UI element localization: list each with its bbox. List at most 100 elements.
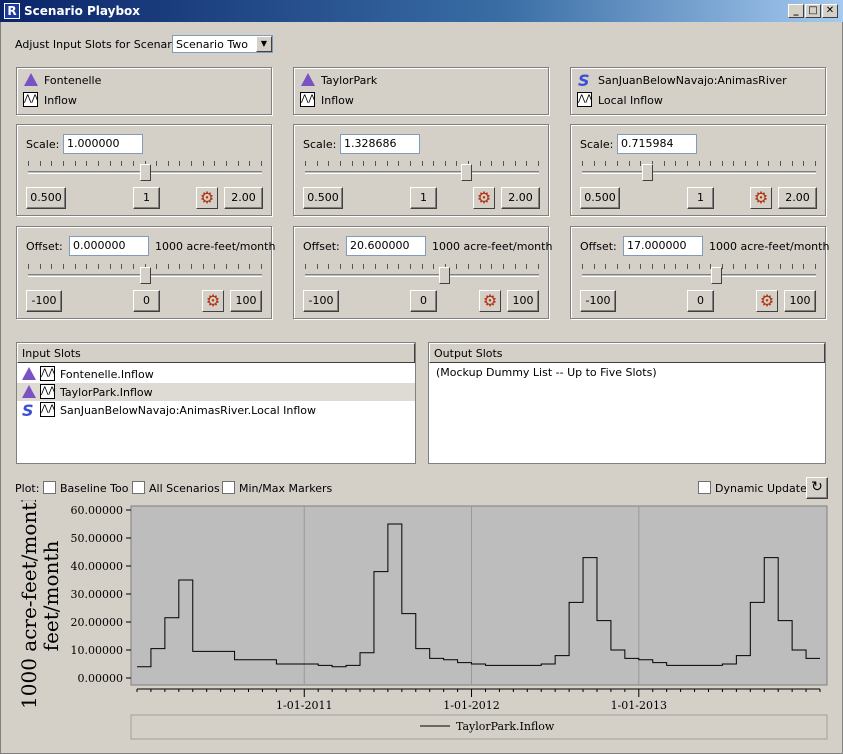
input-slot-row[interactable]: ⋀⋀ Fontenelle.Inflow <box>17 365 415 383</box>
gear-icon: ⚙ <box>199 188 215 207</box>
scale-slider-thumb[interactable] <box>140 164 151 181</box>
scale-slider-thumb[interactable] <box>461 164 472 181</box>
offset-input[interactable]: 20.600000 <box>346 236 426 256</box>
offset-slider-thumb[interactable] <box>140 267 151 284</box>
x-tick-label: 1-01-2012 <box>443 699 499 712</box>
offset-input[interactable]: 17.000000 <box>623 236 703 256</box>
input-slot-label: TaylorPark.Inflow <box>60 386 153 399</box>
input-slot-row[interactable]: S ⋀⋀ SanJuanBelowNavajo:AnimasRiver.Local … <box>17 401 415 419</box>
output-slots-header[interactable]: Output Slots <box>429 343 825 363</box>
gear-icon: ⚙ <box>759 291 775 310</box>
input-slots-header[interactable]: Input Slots <box>17 343 415 363</box>
offset-unit: 1000 acre-feet/month <box>155 240 276 253</box>
input-slots-list[interactable]: Input Slots ⋀⋀ Fontenelle.Inflow ⋀⋀ TaylorP… <box>16 342 416 464</box>
offset-label: Offset: <box>26 240 63 253</box>
scale-max-button[interactable]: 2.00 <box>778 187 817 209</box>
offset-label: Offset: <box>580 240 617 253</box>
offset-settings-button[interactable]: ⚙ <box>756 290 778 312</box>
scale-settings-button[interactable]: ⚙ <box>473 187 495 209</box>
offset-slider[interactable] <box>582 264 816 288</box>
offset-reset-button[interactable]: 0 <box>410 290 437 312</box>
maximize-button[interactable]: □ <box>805 4 821 18</box>
app-logo-icon: R <box>4 3 20 19</box>
slot-name: Inflow <box>321 94 354 107</box>
scale-max-button[interactable]: 2.00 <box>501 187 540 209</box>
scale-min-button[interactable]: 0.500 <box>580 187 620 209</box>
timeseries-slot-icon: ⋀⋀ <box>23 92 38 107</box>
offset-settings-button[interactable]: ⚙ <box>202 290 224 312</box>
maximize-icon: □ <box>808 5 818 16</box>
scale-reset-button[interactable]: 1 <box>687 187 714 209</box>
offset-slider-thumb[interactable] <box>711 267 722 284</box>
input-slot-row[interactable]: ⋀⋀ TaylorPark.Inflow <box>17 383 415 401</box>
scale-slider[interactable] <box>305 161 539 185</box>
gear-icon: ⚙ <box>482 291 498 310</box>
refresh-icon: ↻ <box>811 479 823 495</box>
offset-min-button[interactable]: -100 <box>580 290 616 312</box>
slot-name: Inflow <box>44 94 77 107</box>
offset-min-button[interactable]: -100 <box>303 290 339 312</box>
timeseries-slot-icon: ⋀⋀ <box>300 92 315 107</box>
scale-input[interactable]: 1.328686 <box>340 134 420 154</box>
river-reach-icon: S <box>22 401 34 420</box>
offset-input[interactable]: 0.000000 <box>69 236 149 256</box>
scale-reset-button[interactable]: 1 <box>410 187 437 209</box>
y-axis-label-line: 1000 acre-feet/month- <box>17 500 41 709</box>
offset-max-button[interactable]: 100 <box>230 290 262 312</box>
offset-max-button[interactable]: 100 <box>507 290 539 312</box>
minimize-button[interactable]: _ <box>788 4 804 18</box>
scale-input[interactable]: 1.000000 <box>63 134 143 154</box>
offset-settings-button[interactable]: ⚙ <box>479 290 501 312</box>
output-slots-list[interactable]: Output Slots (Mockup Dummy List -- Up to… <box>428 342 826 464</box>
scale-min-button[interactable]: 0.500 <box>26 187 66 209</box>
offset-slider[interactable] <box>28 264 262 288</box>
baseline-too-label: Baseline Too <box>60 482 129 495</box>
offset-reset-button[interactable]: 0 <box>687 290 714 312</box>
scenario-select[interactable]: Scenario Two ▼ <box>172 35 273 53</box>
scale-settings-button[interactable]: ⚙ <box>196 187 218 209</box>
offset-slider[interactable] <box>305 264 539 288</box>
scale-panel: Scale: 0.715984 0.500 1 ⚙ 2.00 <box>570 124 826 216</box>
object-slot-panel: S SanJuanBelowNavajo:AnimasRiver ⋀⋀ Local I… <box>570 67 826 115</box>
scale-settings-button[interactable]: ⚙ <box>750 187 772 209</box>
offset-reset-button[interactable]: 0 <box>133 290 160 312</box>
scale-slider-track <box>305 171 539 174</box>
scale-slider[interactable] <box>28 161 262 185</box>
y-tick-label: 30.00000 <box>71 588 124 601</box>
window-title: Scenario Playbox <box>24 4 141 18</box>
y-tick-label: 60.00000 <box>71 504 124 517</box>
scale-reset-button[interactable]: 1 <box>133 187 160 209</box>
inflow-chart[interactable]: 0.00000 10.00000 20.00000 30.00000 40.00000 5… <box>0 500 843 754</box>
offset-max-button[interactable]: 100 <box>784 290 816 312</box>
offset-panel: Offset: 17.000000 1000 acre-feet/month -100… <box>570 226 829 319</box>
offset-slider-thumb[interactable] <box>439 267 450 284</box>
object-name: SanJuanBelowNavajo:AnimasRiver <box>598 74 787 87</box>
scale-input[interactable]: 0.715984 <box>617 134 697 154</box>
object-name: TaylorPark <box>321 74 378 87</box>
scale-slider[interactable] <box>582 161 816 185</box>
timeseries-slot-icon: ⋀⋀ <box>577 92 592 107</box>
refresh-button[interactable]: ↻ <box>806 477 828 499</box>
baseline-too-checkbox[interactable] <box>43 481 56 494</box>
scale-label: Scale: <box>303 138 337 151</box>
offset-min-button[interactable]: -100 <box>26 290 62 312</box>
scale-min-button[interactable]: 0.500 <box>303 187 343 209</box>
reservoir-icon <box>22 367 36 380</box>
y-tick-label: 0.00000 <box>78 672 124 685</box>
all-scenarios-checkbox[interactable] <box>132 481 145 494</box>
title-bar[interactable]: R Scenario Playbox _ □ ✕ <box>0 0 843 22</box>
scale-max-button[interactable]: 2.00 <box>224 187 263 209</box>
offset-panel: Offset: 0.000000 1000 acre-feet/month -100 0… <box>16 226 276 319</box>
gear-icon: ⚙ <box>753 188 769 207</box>
y-axis-label: 1000 acre-feet/month-feet/month <box>17 500 63 709</box>
chevron-down-icon[interactable]: ▼ <box>256 36 272 52</box>
minmax-markers-checkbox[interactable] <box>222 481 235 494</box>
offset-slider-track <box>305 274 539 277</box>
scale-slider-thumb[interactable] <box>642 164 653 181</box>
x-tick-label: 1-01-2011 <box>276 699 332 712</box>
dynamic-update-checkbox[interactable] <box>698 481 711 494</box>
close-button[interactable]: ✕ <box>822 4 838 18</box>
scale-panel: Scale: 1.000000 0.500 1 ⚙ 2.00 <box>16 124 272 216</box>
scale-label: Scale: <box>26 138 60 151</box>
plot-label: Plot: <box>15 482 40 495</box>
